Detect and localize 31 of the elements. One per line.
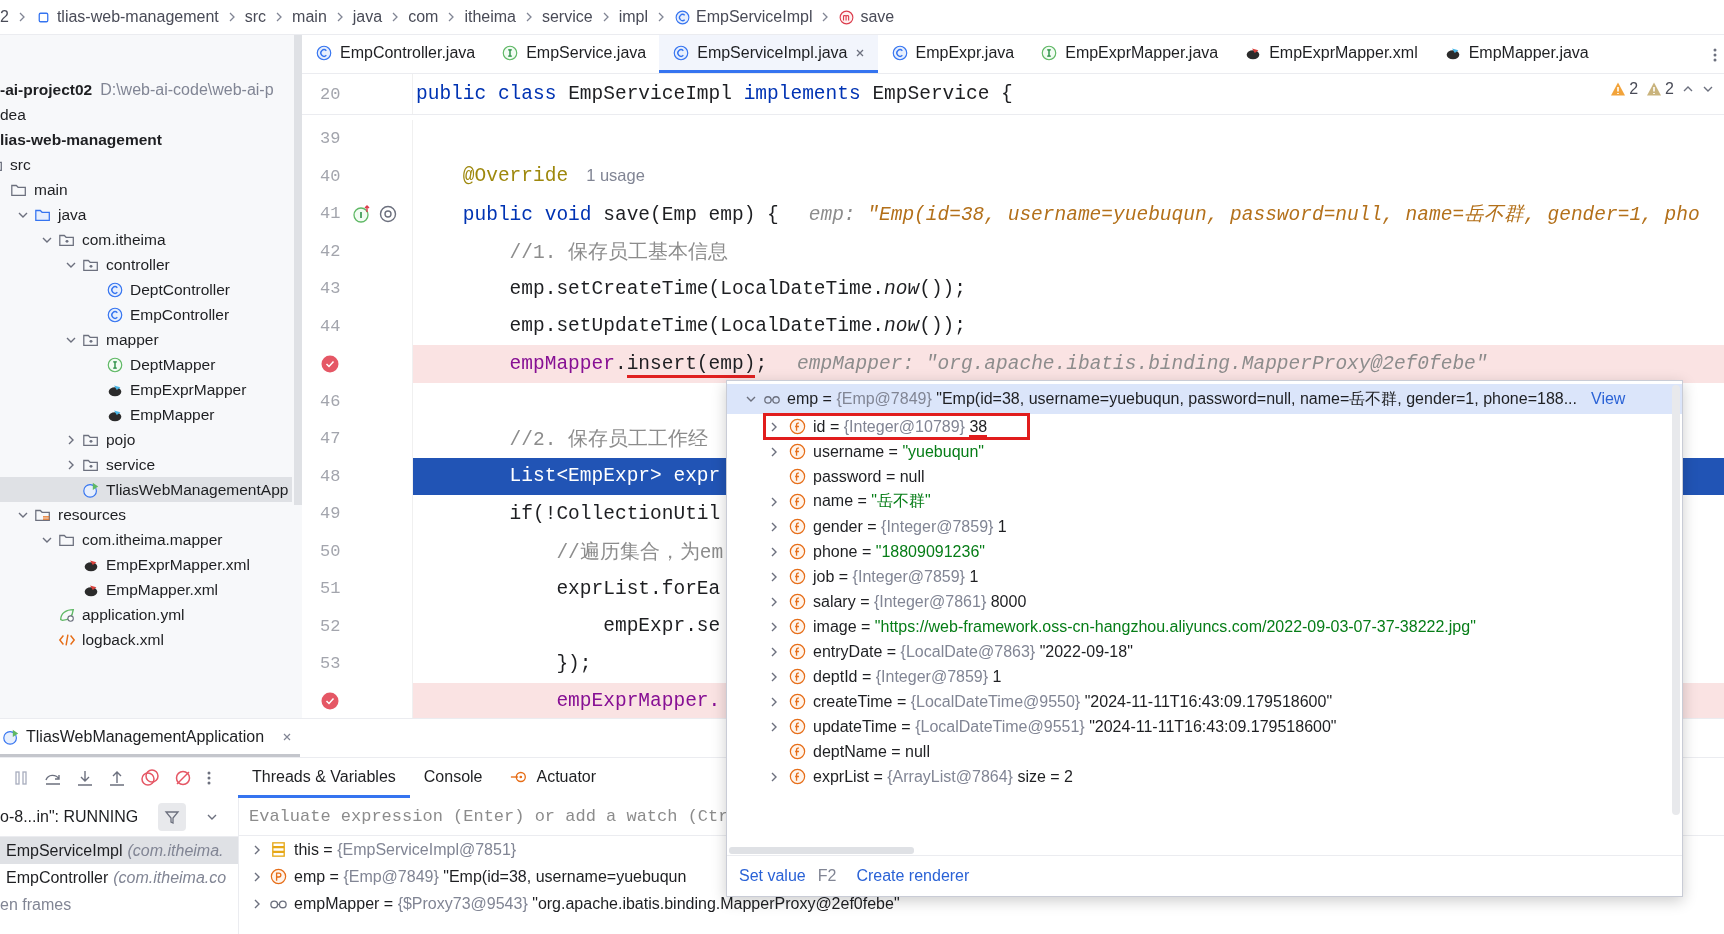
shortcut-label: F2 — [817, 867, 837, 885]
line-number: 44 — [320, 316, 342, 336]
code-line: if(!CollectionUtil — [508, 502, 721, 525]
code-line: }); — [555, 652, 592, 675]
line-number: 42 — [320, 241, 342, 261]
code-line: //遍历集合，为em — [555, 540, 724, 565]
line-number: 46 — [320, 391, 342, 411]
code-line: empMapper.insert(emp); empMapper: "org.apache.ibatis.binding.MapperProxy@2ef0febe" — [416, 352, 1488, 375]
line-number: 49 — [320, 504, 342, 524]
code-line: emp.setCreateTime(LocalDateTime.now()); — [508, 277, 966, 300]
line-number: 47 — [320, 429, 342, 449]
line-number: 41 — [320, 204, 342, 224]
line-number: 51 — [320, 579, 342, 599]
line-number: 43 — [320, 279, 342, 299]
code-line: public void save(Emp emp) { emp: "Emp(id=38, username=yuebuqun, password=null, name=岳不群, gender=1, pho — [461, 203, 1700, 228]
code-line: //2. 保存员工工作经 — [508, 428, 709, 453]
line-number: 20 — [320, 84, 342, 104]
line-number: 40 — [320, 166, 342, 186]
code-line: exprList.forEa — [555, 577, 721, 600]
line-number: 50 — [320, 541, 342, 561]
line-number: 52 — [320, 616, 342, 636]
code-line: //1. 保存员工基本信息 — [508, 240, 729, 265]
code-line: empExprMapper. — [555, 690, 721, 713]
code-line: emp.setUpdateTime(LocalDateTime.now()); — [508, 315, 966, 338]
code-line: public class EmpServiceImpl implements EmpService { — [416, 83, 1013, 105]
code-line: empExpr.se — [602, 615, 721, 638]
line-number: 39 — [320, 129, 342, 149]
code-line: @Override 1 usage — [461, 165, 645, 188]
line-number: 53 — [320, 654, 342, 674]
code-line: List<EmpExpr> expr — [508, 465, 721, 488]
line-number: 48 — [320, 466, 342, 486]
